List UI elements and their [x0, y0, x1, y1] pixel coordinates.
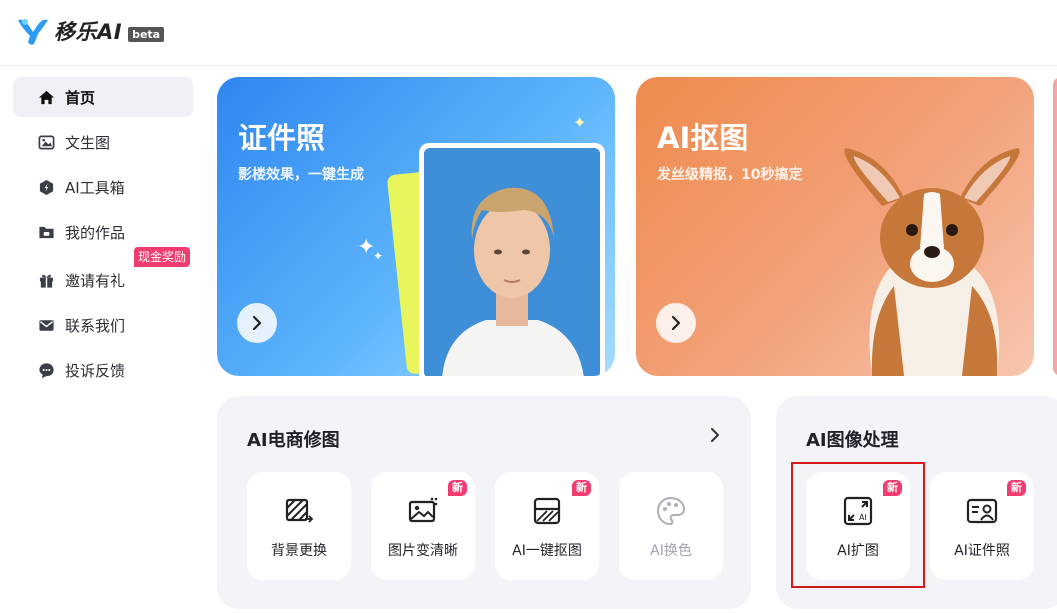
- mail-icon: [37, 316, 55, 334]
- tool-label: AI换色: [650, 543, 692, 559]
- home-icon: [37, 88, 55, 106]
- sparkle-icon: ✦: [373, 249, 384, 263]
- tool-ai-id-photo[interactable]: 新 AI证件照: [930, 472, 1034, 580]
- tool-one-click-cutout[interactable]: 新 AI一键抠图: [495, 472, 599, 580]
- portrait-illustration: [424, 148, 600, 376]
- sidebar-item-text-to-image[interactable]: 文生图: [13, 122, 193, 162]
- selection-highlight: [791, 462, 925, 588]
- beta-badge: beta: [128, 26, 165, 42]
- banner-subtitle: 发丝级精抠，10秒搞定: [657, 167, 803, 183]
- sidebar-item-label: 我的作品: [65, 223, 126, 242]
- sidebar-item-ai-toolbox[interactable]: AI工具箱: [13, 167, 193, 207]
- tool-label: AI一键抠图: [512, 543, 582, 559]
- banner-title: 证件照: [238, 121, 326, 155]
- background-swap-icon: [282, 494, 316, 528]
- sparkle-icon: ✦: [573, 113, 587, 132]
- sidebar-item-label: AI工具箱: [65, 178, 125, 197]
- banner-subtitle: 影楼效果，一键生成: [238, 167, 364, 183]
- sidebar-item-home[interactable]: 首页: [13, 77, 193, 117]
- chat-icon: [37, 361, 55, 379]
- new-badge: 新: [448, 480, 467, 496]
- panel-title: AI图像处理: [806, 430, 899, 451]
- sidebar-item-label: 文生图: [65, 133, 111, 152]
- sidebar-nav: 首页 文生图 AI工具箱 我的作品 邀请有礼 现金奖励 联系我们 投诉反馈: [13, 77, 193, 395]
- tool-label: AI证件照: [954, 543, 1010, 559]
- banner-arrow-button[interactable]: [656, 303, 696, 343]
- new-badge: 新: [572, 480, 591, 496]
- id-photo-banner[interactable]: 证件照 影楼效果，一键生成 ✦ ✦ ✦: [217, 77, 615, 376]
- image-icon: [37, 133, 55, 151]
- folder-icon: [37, 223, 55, 241]
- logo-mark-icon: [18, 19, 48, 45]
- sidebar-item-label: 首页: [65, 88, 96, 107]
- sidebar-item-contact[interactable]: 联系我们: [13, 305, 193, 345]
- toolbox-icon: [37, 178, 55, 196]
- chevron-right-icon: [252, 315, 262, 331]
- tool-label: 背景更换: [271, 543, 327, 559]
- ai-cutout-banner[interactable]: AI抠图 发丝级精抠，10秒搞定: [636, 77, 1034, 376]
- cash-reward-badge: 现金奖励: [133, 247, 190, 267]
- new-badge: 新: [1007, 480, 1026, 496]
- sidebar-item-label: 投诉反馈: [65, 361, 126, 380]
- sidebar-item-my-works[interactable]: 我的作品: [13, 212, 193, 252]
- tool-label: 图片变清晰: [388, 543, 458, 559]
- sidebar-item-label: 邀请有礼: [65, 271, 126, 290]
- cutout-icon: [530, 494, 564, 528]
- ai-ecommerce-panel: AI电商修图 背景更换 新 图片变清晰 新 AI一键抠图 AI换色: [217, 396, 751, 609]
- logo-text: 移乐AI: [54, 20, 123, 44]
- sidebar-item-label: 联系我们: [65, 316, 126, 335]
- gift-icon: [37, 271, 55, 289]
- chevron-right-icon[interactable]: [707, 427, 723, 443]
- palette-icon: [654, 494, 688, 528]
- image-enhance-icon: [406, 494, 440, 528]
- sidebar-item-feedback[interactable]: 投诉反馈: [13, 350, 193, 390]
- tool-ai-recolor[interactable]: AI换色: [619, 472, 723, 580]
- tool-image-enhance[interactable]: 新 图片变清晰: [371, 472, 475, 580]
- portrait-photo: [419, 143, 605, 376]
- panel-title: AI电商修图: [247, 430, 340, 451]
- tool-background-swap[interactable]: 背景更换: [247, 472, 351, 580]
- next-banner-peek[interactable]: [1053, 77, 1057, 376]
- corgi-illustration: [844, 148, 1020, 376]
- id-photo-icon: [965, 494, 999, 528]
- top-header: 移乐AI beta: [0, 0, 1057, 66]
- banner-arrow-button[interactable]: [237, 303, 277, 343]
- sidebar-item-invite[interactable]: 邀请有礼 现金奖励: [13, 247, 193, 300]
- banner-title: AI抠图: [657, 121, 749, 155]
- chevron-right-icon: [671, 315, 681, 331]
- app-logo[interactable]: 移乐AI beta: [16, 14, 165, 48]
